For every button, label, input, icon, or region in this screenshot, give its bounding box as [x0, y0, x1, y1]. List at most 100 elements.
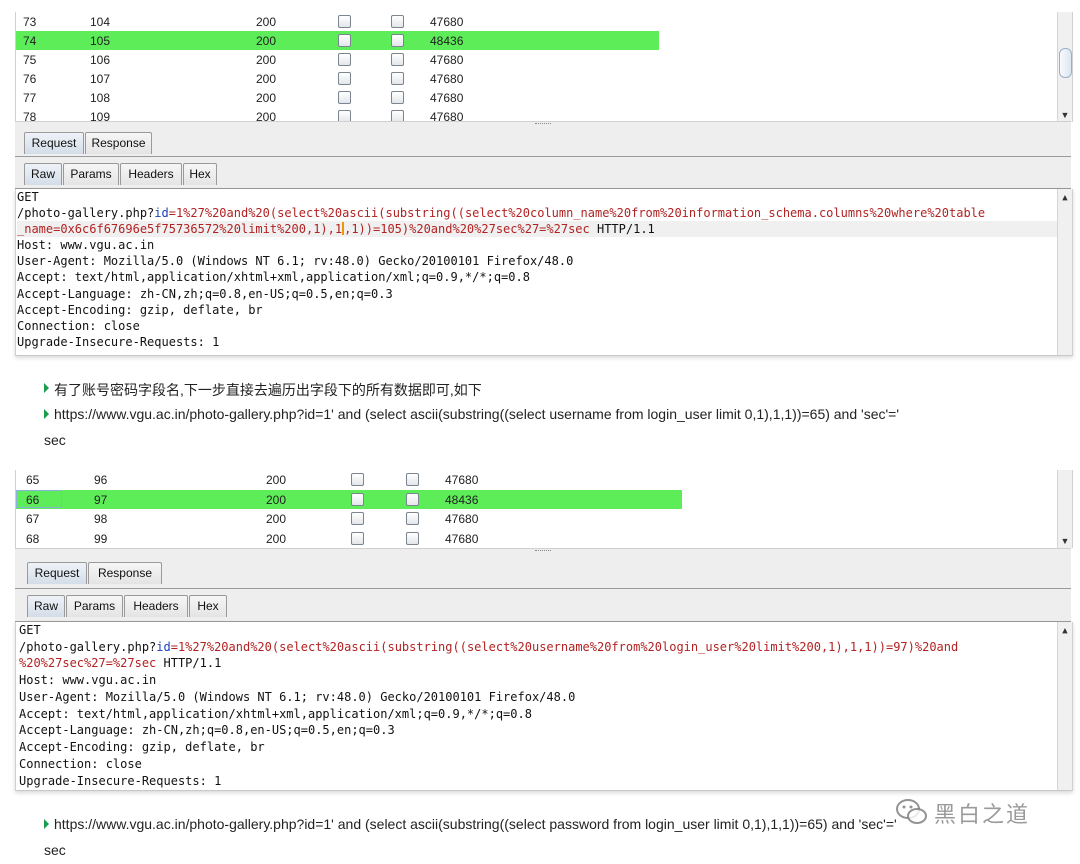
tab-response[interactable]: Response: [85, 132, 152, 154]
payload-cell: 106: [90, 53, 111, 67]
tab-headers[interactable]: Headers: [124, 595, 188, 617]
request-number: 66: [26, 492, 40, 507]
bullet-icon: [44, 383, 49, 393]
error-checkbox[interactable]: [338, 53, 351, 66]
timeout-checkbox[interactable]: [406, 473, 419, 486]
results-scrollbar[interactable]: ▼: [1057, 470, 1072, 548]
editor-scrollbar[interactable]: ▲: [1057, 622, 1072, 790]
status-cell: 200: [256, 34, 277, 48]
raw-request-editor[interactable]: GET /photo-gallery.php?id=1%27%20and%20(…: [15, 189, 1073, 356]
status-cell: 200: [266, 492, 287, 507]
scroll-up-arrow-icon[interactable]: ▲: [1060, 193, 1070, 203]
payload-cell: 107: [90, 72, 111, 86]
scroll-down-arrow-icon[interactable]: ▼: [1060, 110, 1070, 120]
results-scrollbar[interactable]: ▼: [1057, 12, 1072, 122]
timeout-checkbox[interactable]: [391, 15, 404, 28]
request-response-tabbar: Request Response: [15, 127, 1071, 157]
watermark: 黑白之道: [892, 792, 1072, 832]
error-checkbox[interactable]: [351, 531, 364, 545]
scroll-down-arrow-icon[interactable]: ▼: [1060, 536, 1070, 546]
http-version: HTTP/1.1: [589, 222, 655, 236]
editor-scrollbar[interactable]: ▲: [1057, 189, 1072, 355]
header-line: Accept-Language: zh-CN,zh;q=0.8,en-US;q=…: [19, 723, 395, 738]
header-line: Upgrade-Insecure-Requests: 1: [19, 773, 222, 788]
tab-raw[interactable]: Raw: [27, 595, 65, 617]
request-response-tabbar: Request Response: [15, 554, 1071, 589]
param-name: id: [156, 640, 171, 654]
header-line: Accept-Language: zh-CN,zh;q=0.8,en-US;q=…: [17, 286, 393, 301]
tab-request[interactable]: Request: [27, 562, 87, 584]
request-number: 75: [23, 53, 37, 67]
header-line: Accept-Encoding: gzip, deflate, br: [19, 740, 265, 755]
param-value-cont: %20%27sec%27=%27sec: [19, 656, 157, 670]
error-checkbox[interactable]: [338, 72, 351, 85]
timeout-checkbox[interactable]: [406, 492, 419, 506]
request-number: 76: [23, 72, 37, 86]
request-number: 68: [26, 531, 40, 546]
length-cell: 47680: [445, 512, 479, 526]
timeout-checkbox[interactable]: [391, 72, 404, 85]
length-cell: 47680: [430, 53, 464, 67]
request-method: GET: [17, 190, 39, 204]
tab-hex[interactable]: Hex: [189, 595, 227, 617]
results-table-2: 65 96 200 47680 66 97 200 48436 67 98 200 47680 68 99…: [15, 470, 1073, 548]
length-cell: 48436: [430, 34, 464, 48]
paragraph-1-text: 有了账号密码字段名,下一步直接去遍历出字段下的所有数据即可,如下: [54, 382, 482, 398]
tab-request[interactable]: Request: [24, 132, 84, 154]
tab-headers[interactable]: Headers: [120, 163, 182, 185]
timeout-checkbox[interactable]: [406, 512, 419, 525]
error-checkbox[interactable]: [351, 512, 364, 525]
length-cell: 47680: [430, 15, 464, 29]
header-line: Accept-Encoding: gzip, deflate, br: [17, 302, 263, 317]
scrollbar-thumb[interactable]: [1059, 48, 1072, 78]
tab-raw[interactable]: Raw: [24, 163, 62, 185]
payload-cell: 104: [90, 15, 111, 29]
watermark-text: 黑白之道: [934, 803, 1031, 828]
table-row[interactable]: 73 104 200 47680: [16, 12, 659, 31]
error-checkbox[interactable]: [351, 473, 364, 486]
table-row[interactable]: 66 97 200 48436: [16, 489, 682, 509]
error-checkbox[interactable]: [338, 15, 351, 28]
request-line-cont: _name=0x6c6f67696e5f75736572%20limit%200…: [17, 221, 1057, 237]
table-row[interactable]: 75 106 200 47680: [16, 50, 659, 69]
table-row[interactable]: 68 99 200 47680: [16, 529, 682, 548]
request-number: 77: [23, 91, 37, 105]
length-cell: 47680: [445, 531, 479, 546]
header-line: Accept: text/html,application/xhtml+xml,…: [17, 270, 530, 285]
scroll-up-arrow-icon[interactable]: ▲: [1060, 626, 1070, 636]
table-row[interactable]: 74 105 200 48436: [16, 31, 659, 50]
header-line: User-Agent: Mozilla/5.0 (Windows NT 6.1;…: [19, 689, 576, 704]
error-checkbox[interactable]: [338, 34, 351, 47]
length-cell: 47680: [430, 91, 464, 105]
paragraph-2-cont: sec: [44, 432, 66, 448]
header-line: User-Agent: Mozilla/5.0 (Windows NT 6.1;…: [17, 254, 574, 269]
table-row[interactable]: 76 107 200 47680: [16, 69, 659, 88]
timeout-checkbox[interactable]: [406, 531, 419, 545]
table-row[interactable]: 67 98 200 47680: [16, 509, 682, 528]
tab-params[interactable]: Params: [66, 595, 123, 617]
paragraph-3-cont: sec: [44, 842, 66, 858]
table-row[interactable]: 65 96 200 47680: [16, 470, 682, 489]
tab-params[interactable]: Params: [63, 163, 119, 185]
length-cell: 48436: [445, 492, 479, 507]
header-line: Connection: close: [17, 319, 140, 333]
timeout-checkbox[interactable]: [391, 91, 404, 104]
header-line: Connection: close: [19, 757, 142, 771]
tab-hex[interactable]: Hex: [183, 163, 217, 185]
request-path: /photo-gallery.php?: [17, 206, 155, 220]
timeout-checkbox[interactable]: [391, 53, 404, 66]
param-value-cont: _name=0x6c6f67696e5f75736572%20limit%200…: [17, 222, 343, 236]
error-checkbox[interactable]: [351, 492, 364, 506]
status-cell: 200: [266, 512, 287, 526]
status-cell: 200: [256, 53, 277, 67]
tab-response[interactable]: Response: [88, 562, 162, 584]
http-version: HTTP/1.1: [156, 656, 222, 670]
table-row[interactable]: 78 109 200 47680: [16, 107, 659, 122]
timeout-checkbox[interactable]: [391, 34, 404, 47]
table-row[interactable]: 77 108 200 47680: [16, 88, 659, 107]
status-cell: 200: [256, 91, 277, 105]
length-cell: 47680: [430, 72, 464, 86]
error-checkbox[interactable]: [338, 91, 351, 104]
results-table-1: 73 104 200 47680 74 105 200 48436 75 106 200 47680 7…: [15, 12, 1073, 122]
raw-request-editor[interactable]: GET /photo-gallery.php?id=1%27%20and%20(…: [15, 622, 1073, 791]
